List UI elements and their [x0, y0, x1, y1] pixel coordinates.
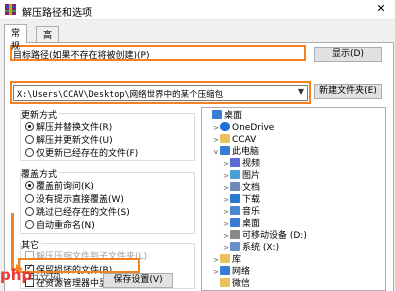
- show-button[interactable]: 显示(D): [314, 47, 382, 62]
- update-mode-group: 更新方式 解压并替换文件(R) 解压并更新文件(U) 仅更新已经存在的文件(F): [20, 108, 195, 161]
- chevron-right-icon[interactable]: >: [222, 206, 230, 218]
- library-icon: [220, 254, 230, 263]
- tree-item-desktop-root[interactable]: 桌面: [204, 110, 242, 122]
- chevron-down-icon[interactable]: ▼: [298, 87, 304, 96]
- close-icon[interactable]: ✕: [375, 3, 387, 15]
- folder-tree[interactable]: 桌面 > OneDrive > CCAV v 此电脑 > 视频 > 图片 > 文档 > 下载 …: [201, 107, 386, 291]
- radio-icon[interactable]: [25, 194, 34, 203]
- title-bar: 解压路径和选项 ✕: [0, 0, 395, 20]
- picture-icon: [230, 170, 240, 179]
- computer-icon: [220, 146, 230, 155]
- chevron-right-icon[interactable]: >: [212, 254, 220, 266]
- radio-selected-icon[interactable]: [25, 122, 34, 131]
- destination-path-combobox[interactable]: X:\Users\CCAV\Desktop\网络世界中的某个压缩包 ▼: [13, 85, 308, 101]
- tree-item-pictures[interactable]: > 图片: [222, 170, 260, 182]
- radio-selected-icon[interactable]: [25, 181, 34, 190]
- chevron-right-icon[interactable]: >: [212, 134, 220, 146]
- destination-label: 目标路径(如果不存在将被创建)(P): [13, 51, 150, 61]
- music-icon: [230, 206, 240, 215]
- cloud-icon: [220, 122, 230, 131]
- tree-item-ccav[interactable]: > CCAV: [212, 134, 256, 146]
- video-icon: [230, 158, 240, 167]
- tree-item-libraries[interactable]: > 库: [212, 254, 241, 266]
- desktop-icon: [212, 110, 222, 119]
- chevron-right-icon[interactable]: >: [222, 158, 230, 170]
- winrar-app-icon: [5, 4, 16, 15]
- chevron-right-icon[interactable]: >: [222, 230, 230, 242]
- overwrite-mode-group: 覆盖方式 覆盖前询问(K) 没有提示直接覆盖(W) 跳过已经存在的文件(S) 自…: [20, 167, 195, 234]
- dialog-body: 常规 高级 目标路径(如果不存在将被创建)(P) 显示(D) X:\Users\…: [0, 20, 395, 291]
- radio-icon[interactable]: [25, 148, 34, 157]
- user-folder-icon: [220, 134, 230, 143]
- network-icon: [220, 266, 230, 275]
- radio-auto-rename[interactable]: 自动重命名(N): [25, 218, 95, 231]
- radio-icon[interactable]: [25, 220, 34, 229]
- system-drive-icon: [230, 242, 240, 251]
- tree-item-removable-drive[interactable]: > 可移动设备 (D:): [222, 230, 307, 242]
- watermark: php 中文网: [0, 264, 72, 291]
- chevron-down-icon[interactable]: v: [212, 146, 220, 158]
- chevron-right-icon[interactable]: >: [222, 242, 230, 254]
- radio-ask-before-overwrite[interactable]: 覆盖前询问(K): [25, 179, 94, 192]
- tree-item-music[interactable]: > 音乐: [222, 206, 260, 218]
- radio-skip-existing[interactable]: 跳过已经存在的文件(S): [25, 205, 130, 218]
- tree-item-wechat[interactable]: 微信: [212, 278, 250, 290]
- new-folder-button[interactable]: 新建文件夹(E): [314, 84, 382, 99]
- chevron-right-icon[interactable]: >: [212, 122, 220, 134]
- tab-general[interactable]: 常规: [4, 24, 28, 52]
- chevron-right-icon[interactable]: >: [212, 266, 220, 278]
- chevron-right-icon[interactable]: >: [222, 218, 230, 230]
- radio-icon[interactable]: [25, 135, 34, 144]
- window-title: 解压路径和选项: [22, 8, 92, 19]
- tab-advanced[interactable]: 高级: [36, 26, 60, 54]
- tree-item-desktop[interactable]: > 桌面: [222, 218, 260, 230]
- tree-item-network[interactable]: > 网络: [212, 266, 250, 278]
- tree-item-this-pc[interactable]: v 此电脑: [212, 146, 259, 158]
- chevron-right-icon[interactable]: >: [222, 170, 230, 182]
- tree-item-onedrive[interactable]: > OneDrive: [212, 122, 274, 134]
- drive-icon: [230, 230, 240, 239]
- radio-extract-replace[interactable]: 解压并替换文件(R): [25, 120, 112, 133]
- general-panel: 目标路径(如果不存在将被创建)(P) 显示(D) X:\Users\CCAV\D…: [4, 42, 394, 291]
- radio-overwrite-without-prompt[interactable]: 没有提示直接覆盖(W): [25, 192, 124, 205]
- document-icon: [230, 182, 240, 191]
- download-icon: [230, 194, 240, 203]
- save-settings-button[interactable]: 保存设置(V): [103, 273, 173, 288]
- tree-item-downloads[interactable]: > 下载: [222, 194, 260, 206]
- radio-freshen-existing[interactable]: 仅更新已经存在的文件(F): [25, 146, 138, 159]
- destination-path-value: X:\Users\CCAV\Desktop\网络世界中的某个压缩包: [17, 90, 224, 100]
- desktop-icon: [230, 218, 240, 227]
- tree-item-documents[interactable]: > 文档: [222, 182, 260, 194]
- annotation-arrow-line: [11, 213, 14, 271]
- chevron-right-icon[interactable]: >: [222, 194, 230, 206]
- radio-extract-update[interactable]: 解压并更新文件(U): [25, 133, 113, 146]
- tree-item-videos[interactable]: > 视频: [222, 158, 260, 170]
- chevron-right-icon[interactable]: >: [222, 182, 230, 194]
- radio-icon[interactable]: [25, 207, 34, 216]
- folder-icon: [220, 278, 230, 287]
- watermark-text: 中文网: [28, 272, 61, 285]
- tree-item-system-drive[interactable]: > 系统 (X:): [222, 242, 279, 254]
